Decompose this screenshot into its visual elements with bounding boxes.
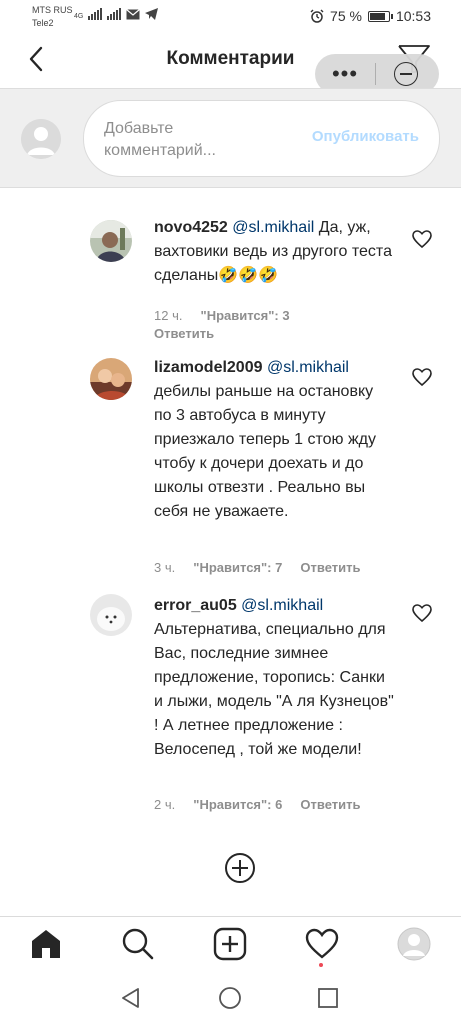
heart-icon[interactable] bbox=[412, 604, 432, 622]
profile-avatar[interactable] bbox=[397, 927, 431, 961]
comment-body: Альтернатива, специально для Вас, послед… bbox=[154, 621, 394, 758]
home-circle-icon[interactable] bbox=[218, 986, 242, 1010]
telegram-icon bbox=[145, 8, 159, 20]
comment-mention[interactable]: @sl.mikhail bbox=[241, 597, 323, 614]
new-post-icon[interactable] bbox=[213, 927, 247, 961]
more-options-button[interactable]: ••• bbox=[315, 63, 375, 85]
signal-icon bbox=[88, 8, 103, 20]
user-photo bbox=[90, 358, 132, 400]
signal-icon bbox=[107, 8, 122, 20]
comment-mention[interactable]: @sl.mikhail bbox=[267, 359, 349, 376]
mail-icon bbox=[126, 9, 141, 20]
reply-button[interactable]: Ответить bbox=[154, 326, 214, 341]
comment-meta: 2 ч. "Нравится": 6 Ответить bbox=[154, 797, 414, 812]
comment-body: дебилы раньше на остановку по 3 автобуса… bbox=[154, 383, 377, 520]
comment-text: lizamodel2009 @sl.mikhail дебилы раньше … bbox=[154, 356, 394, 524]
clock: 10:53 bbox=[395, 8, 431, 24]
avatar[interactable] bbox=[90, 594, 132, 636]
profile-placeholder-icon bbox=[21, 119, 61, 159]
user-photo bbox=[90, 594, 132, 636]
home-icon[interactable] bbox=[29, 927, 63, 961]
comment-input-placeholder[interactable]: Добавьте комментарий... bbox=[104, 118, 274, 162]
battery-percent: 75 % bbox=[330, 8, 362, 24]
status-icons-left: 4G bbox=[74, 8, 159, 20]
comment-likes[interactable]: "Нравится": 3 bbox=[201, 308, 290, 323]
battery-icon bbox=[367, 10, 393, 22]
search-icon[interactable] bbox=[121, 927, 155, 961]
avatar[interactable] bbox=[90, 220, 132, 262]
comment-mention[interactable]: @sl.mikhail bbox=[232, 219, 314, 236]
comment-time: 2 ч. bbox=[154, 797, 176, 812]
activity-heart-icon[interactable] bbox=[305, 927, 339, 961]
status-icons-right: 75 % 10:53 bbox=[310, 8, 431, 24]
status-bar: MTS RUS Tele2 4G 75 % 10:53 bbox=[0, 0, 461, 34]
reply-button[interactable]: Ответить bbox=[300, 797, 360, 812]
comment-username[interactable]: error_au05 bbox=[154, 597, 237, 614]
divider bbox=[375, 63, 376, 85]
avatar bbox=[21, 119, 61, 159]
avatar[interactable] bbox=[90, 358, 132, 400]
network-type-label: 4G bbox=[74, 13, 84, 20]
carrier-name-1: MTS RUS bbox=[32, 5, 73, 15]
comment-text: error_au05 @sl.mikhail Альтернатива, спе… bbox=[154, 594, 394, 762]
carrier-name-2: Tele2 bbox=[32, 18, 54, 28]
heart-icon[interactable] bbox=[412, 368, 432, 386]
heart-icon[interactable] bbox=[412, 230, 432, 248]
bottom-tab-bar bbox=[0, 916, 461, 972]
reply-button[interactable]: Ответить bbox=[300, 560, 360, 575]
notification-dot bbox=[319, 963, 323, 967]
comment-time: 12 ч. bbox=[154, 308, 183, 323]
comment-username[interactable]: novo4252 bbox=[154, 219, 228, 236]
minus-circle-icon[interactable] bbox=[394, 62, 418, 86]
comment-text: novo4252 @sl.mikhail Да, уж, вахтовики в… bbox=[154, 216, 394, 288]
user-photo bbox=[90, 220, 132, 262]
recents-square-icon[interactable] bbox=[316, 986, 340, 1010]
comment-likes[interactable]: "Нравится": 6 bbox=[193, 797, 282, 812]
publish-button[interactable]: Опубликовать bbox=[312, 128, 419, 145]
comment-time: 3 ч. bbox=[154, 560, 176, 575]
comment-meta: 3 ч. "Нравится": 7 Ответить bbox=[154, 560, 414, 575]
alarm-icon bbox=[310, 9, 324, 23]
comment-likes[interactable]: "Нравится": 7 bbox=[193, 560, 282, 575]
back-triangle-icon[interactable] bbox=[119, 986, 143, 1010]
system-nav-bar bbox=[0, 972, 461, 1024]
load-more-comments-icon[interactable] bbox=[224, 852, 256, 884]
comment-meta: 12 ч. "Нравится": 3 Ответить bbox=[154, 307, 354, 343]
comment-username[interactable]: lizamodel2009 bbox=[154, 359, 263, 376]
comment-input[interactable]: Добавьте комментарий... Опубликовать bbox=[83, 100, 440, 177]
comment-composer: Добавьте комментарий... Опубликовать bbox=[0, 88, 461, 188]
